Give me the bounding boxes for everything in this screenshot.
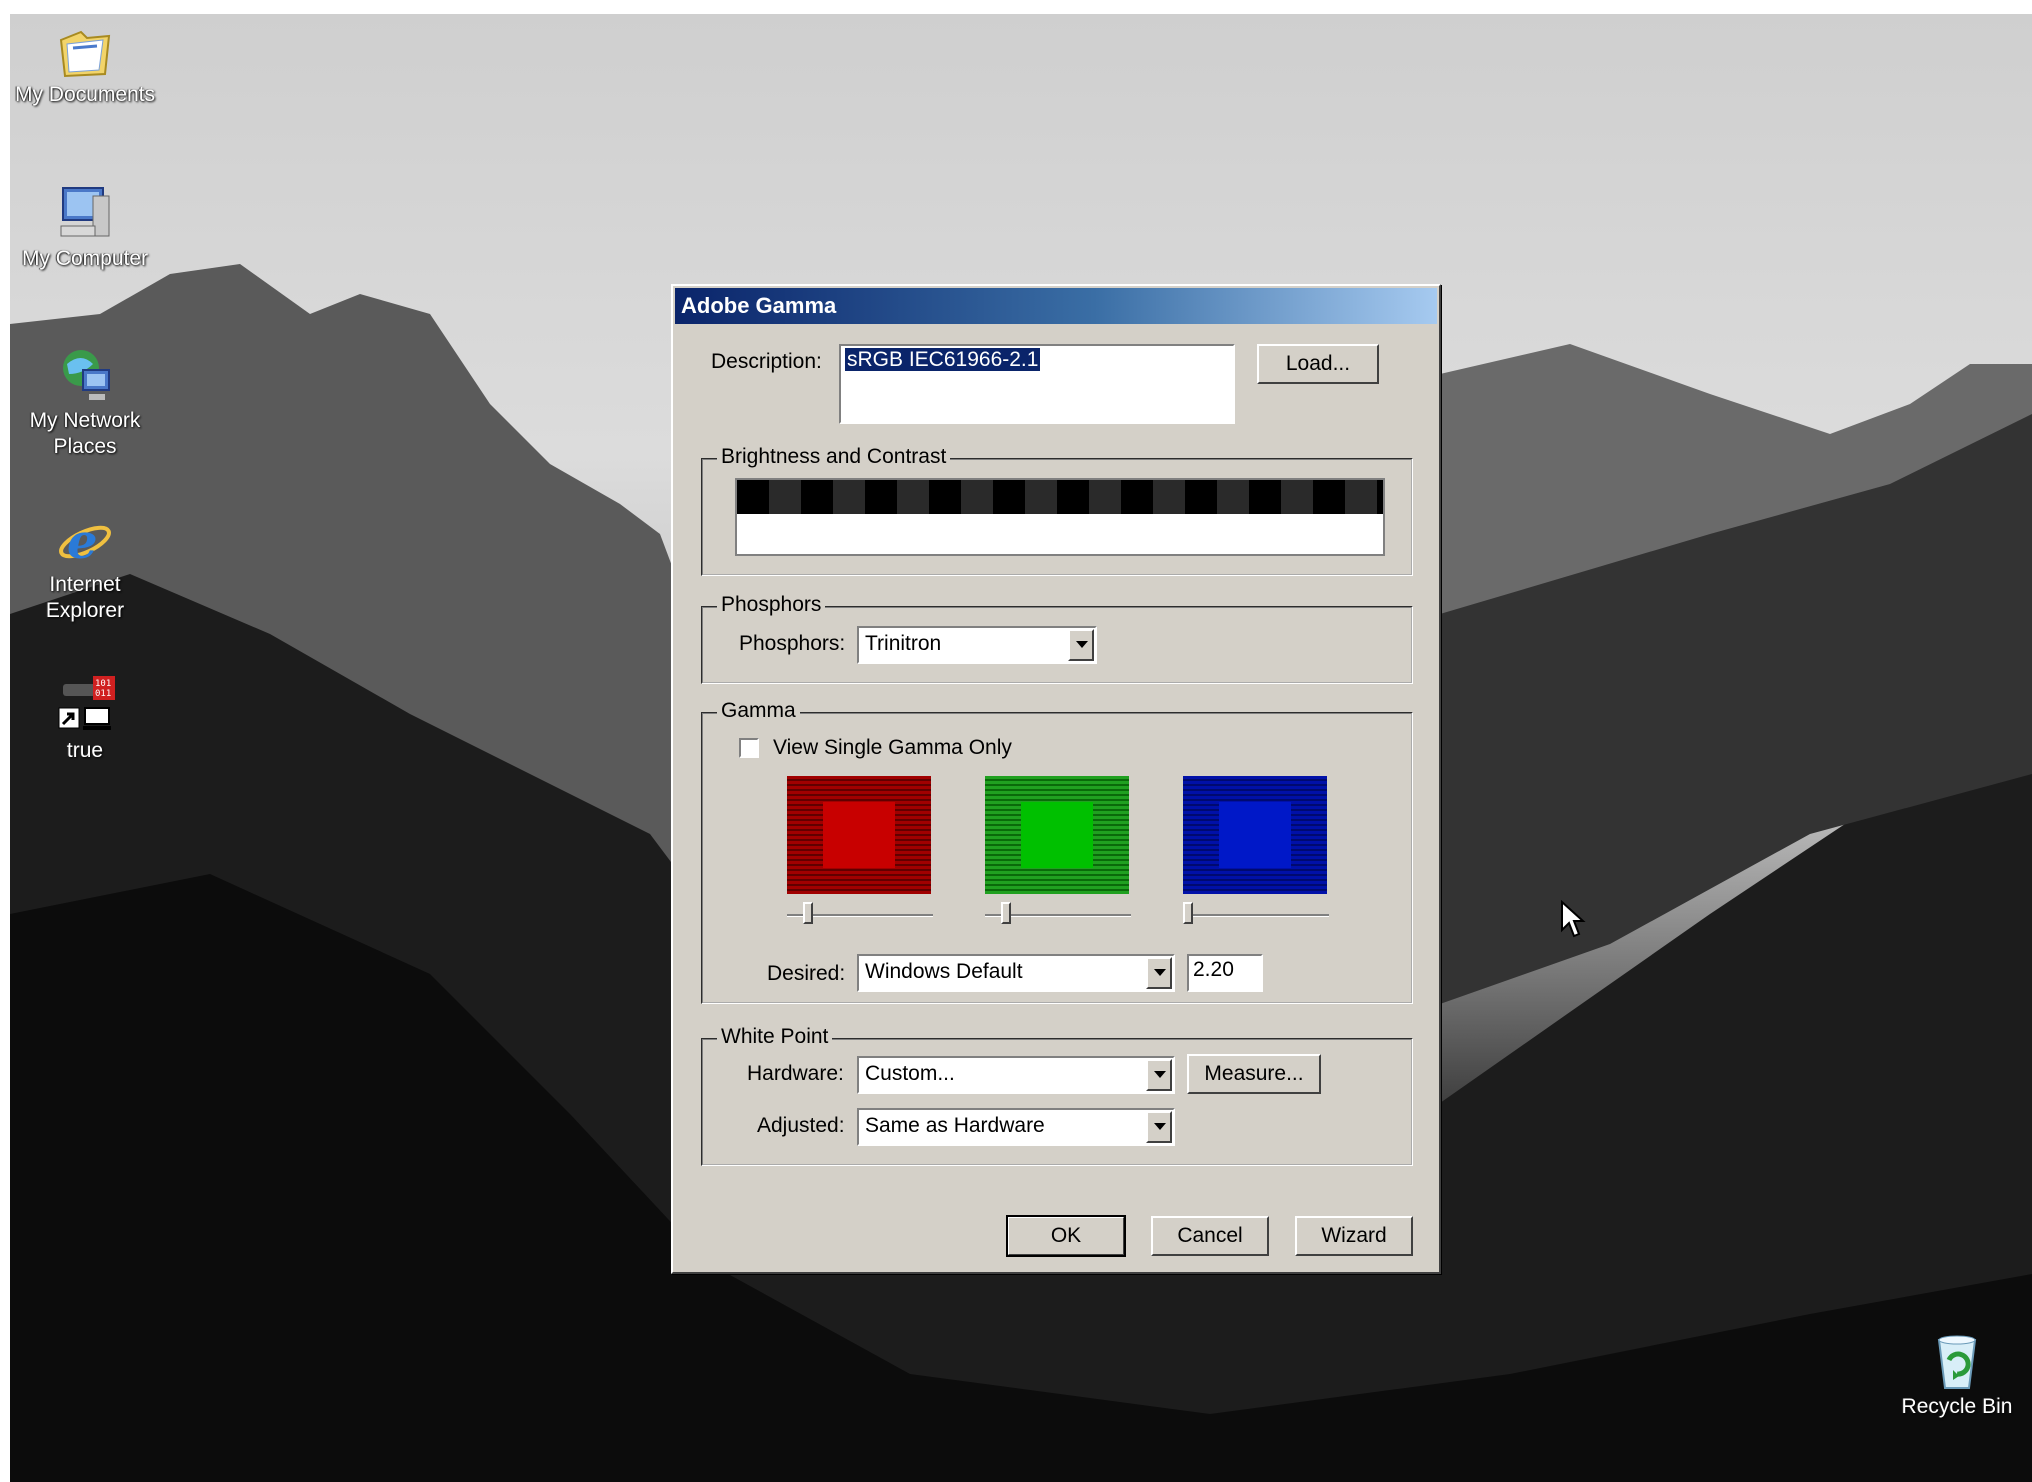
single-gamma-label: View Single Gamma Only xyxy=(773,736,1012,759)
green-gamma-slider[interactable] xyxy=(985,900,1131,930)
my-documents-icon xyxy=(53,18,117,82)
desktop-icon-label: My Network Places xyxy=(29,409,141,458)
hardware-value: Custom... xyxy=(865,1062,955,1085)
gamma-group: Gamma View Single Gamma Only Desired: Wi… xyxy=(701,699,1413,1004)
slider-thumb[interactable] xyxy=(1001,902,1011,924)
internet-explorer-icon: e xyxy=(53,508,117,572)
measure-button[interactable]: Measure... xyxy=(1187,1054,1321,1094)
adjusted-select[interactable]: Same as Hardware xyxy=(857,1108,1175,1146)
gamma-value-field[interactable]: 2.20 xyxy=(1187,954,1263,992)
svg-text:e: e xyxy=(67,514,98,570)
load-button[interactable]: Load... xyxy=(1257,344,1379,384)
phosphors-label: Phosphors: xyxy=(739,632,846,655)
adjusted-value: Same as Hardware xyxy=(865,1114,1045,1137)
phosphors-select[interactable]: Trinitron xyxy=(857,626,1097,664)
description-value: sRGB IEC61966-2.1 xyxy=(845,348,1041,371)
phosphors-group: Phosphors Phosphors: Trinitron xyxy=(701,593,1413,684)
cancel-button[interactable]: Cancel xyxy=(1151,1216,1269,1256)
desktop-icon-network-places[interactable]: My Network Places xyxy=(10,344,160,460)
recycle-bin-icon xyxy=(1925,1330,1989,1394)
green-gamma-swatch xyxy=(985,776,1129,894)
desired-value: Windows Default xyxy=(865,960,1023,983)
network-places-icon xyxy=(53,344,117,408)
red-gamma-slider[interactable] xyxy=(787,900,933,930)
blue-gamma-swatch xyxy=(1183,776,1327,894)
red-gamma-swatch xyxy=(787,776,931,894)
desktop-icon-my-computer[interactable]: My Computer xyxy=(10,182,160,272)
ok-button[interactable]: OK xyxy=(1006,1215,1126,1257)
adjusted-label: Adjusted: xyxy=(757,1114,845,1137)
gamma-legend: Gamma xyxy=(717,699,800,723)
white-point-group: White Point Hardware: Custom... Measure.… xyxy=(701,1025,1413,1166)
desktop-icon-label: My Computer xyxy=(21,247,149,270)
svg-text:101: 101 xyxy=(95,679,111,689)
brightness-contrast-group: Brightness and Contrast xyxy=(701,445,1413,576)
svg-text:011: 011 xyxy=(95,689,111,699)
description-label: Description: xyxy=(711,350,822,373)
white-point-legend: White Point xyxy=(717,1025,833,1049)
adobe-gamma-dialog: Adobe Gamma Description: sRGB IEC61966-2… xyxy=(671,284,1441,1274)
desired-label: Desired: xyxy=(767,962,846,985)
phosphors-legend: Phosphors xyxy=(717,593,826,617)
desktop-icon-true[interactable]: 101 011 true xyxy=(10,674,160,764)
brightness-test-pattern xyxy=(735,478,1385,556)
desktop-icon-label: Internet Explorer xyxy=(45,573,125,622)
dialog-title[interactable]: Adobe Gamma xyxy=(675,288,1437,324)
wizard-button[interactable]: Wizard xyxy=(1295,1216,1413,1256)
desktop-icon-recycle-bin[interactable]: Recycle Bin xyxy=(1882,1330,2032,1420)
mouse-pointer-icon xyxy=(1560,899,1586,945)
single-gamma-checkbox[interactable] xyxy=(739,738,759,758)
desktop-icon-label: Recycle Bin xyxy=(1901,1395,2013,1418)
desktop-icon-label: true xyxy=(66,739,104,762)
chevron-down-icon[interactable] xyxy=(1146,957,1172,989)
slider-thumb[interactable] xyxy=(1183,902,1193,924)
chevron-down-icon[interactable] xyxy=(1146,1111,1172,1143)
blue-gamma-slider[interactable] xyxy=(1183,900,1329,930)
description-field[interactable]: sRGB IEC61966-2.1 xyxy=(839,344,1235,424)
my-computer-icon xyxy=(53,182,117,246)
desktop-icon-label: My Documents xyxy=(14,83,156,106)
desktop-icon-internet-explorer[interactable]: e Internet Explorer xyxy=(10,508,160,624)
brightness-contrast-legend: Brightness and Contrast xyxy=(717,445,951,469)
desktop-icon-my-documents[interactable]: My Documents xyxy=(10,18,160,108)
shortcut-app-icon: 101 011 xyxy=(53,674,117,738)
phosphors-value: Trinitron xyxy=(865,632,942,655)
slider-thumb[interactable] xyxy=(803,902,813,924)
desired-select[interactable]: Windows Default xyxy=(857,954,1175,992)
hardware-label: Hardware: xyxy=(747,1062,844,1085)
chevron-down-icon[interactable] xyxy=(1146,1059,1172,1091)
hardware-select[interactable]: Custom... xyxy=(857,1056,1175,1094)
chevron-down-icon[interactable] xyxy=(1068,629,1094,661)
